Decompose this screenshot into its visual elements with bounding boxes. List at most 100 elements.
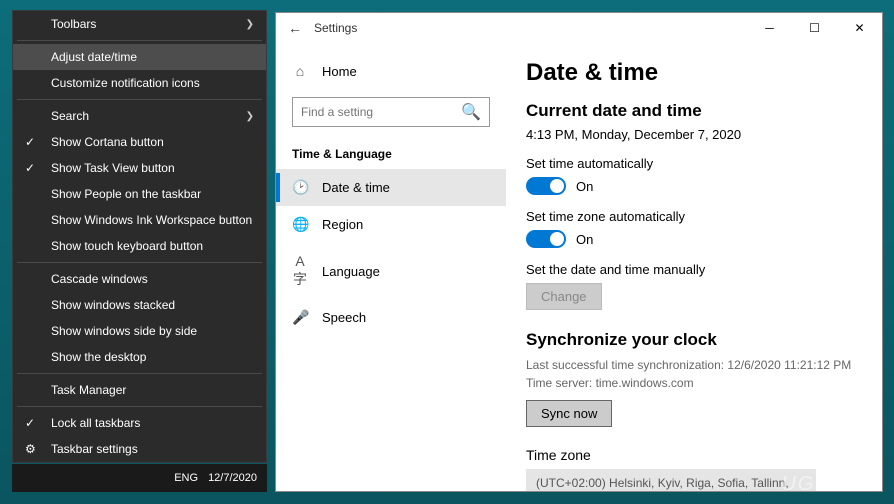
sync-info: Last successful time synchronization: 12… [526, 356, 862, 392]
check-icon: ✓ [25, 135, 35, 149]
window-controls: ─ ☐ ✕ [747, 13, 882, 43]
manual-label: Set the date and time manually [526, 262, 862, 277]
language-icon: A字 [292, 253, 308, 289]
menu-show-people[interactable]: Show People on the taskbar [13, 181, 266, 207]
menu-label: Show touch keyboard button [51, 239, 203, 253]
settings-content: Date & time Current date and time 4:13 P… [506, 43, 882, 491]
page-title: Date & time [526, 59, 862, 87]
maximize-button[interactable]: ☐ [792, 13, 837, 43]
set-tz-auto-toggle-row: On [526, 230, 862, 248]
nav-item-label: Speech [322, 310, 366, 325]
menu-label: Show People on the taskbar [51, 187, 201, 201]
nav-item-label: Date & time [322, 180, 390, 195]
back-button[interactable]: ← [288, 20, 302, 36]
menu-label: Cascade windows [51, 272, 148, 286]
menu-taskbar-settings[interactable]: ⚙ Taskbar settings [13, 436, 266, 462]
menu-label: Show windows stacked [51, 298, 175, 312]
clock-icon: 🕑 [292, 179, 308, 196]
nav-region[interactable]: 🌐 Region [276, 206, 506, 243]
menu-show-taskview[interactable]: ✓ Show Task View button [13, 155, 266, 181]
settings-body: ⌂ Home 🔍 Time & Language 🕑 Date & time 🌐… [276, 43, 882, 491]
tz-heading: Time zone [526, 447, 862, 463]
menu-label: Search [51, 109, 89, 123]
title-bar: ← Settings ─ ☐ ✕ [276, 13, 882, 43]
chevron-right-icon: ❯ [246, 19, 254, 30]
search-icon: 🔍 [461, 102, 481, 122]
nav-date-time[interactable]: 🕑 Date & time [276, 169, 506, 206]
current-datetime-heading: Current date and time [526, 101, 862, 121]
check-icon: ✓ [25, 416, 35, 430]
menu-side-by-side[interactable]: Show windows side by side [13, 318, 266, 344]
nav-section-title: Time & Language [276, 137, 506, 169]
menu-stacked[interactable]: Show windows stacked [13, 292, 266, 318]
menu-task-manager[interactable]: Task Manager [13, 377, 266, 403]
menu-separator [17, 406, 262, 407]
minimize-button[interactable]: ─ [747, 13, 792, 43]
menu-separator [17, 99, 262, 100]
menu-label: Lock all taskbars [51, 416, 140, 430]
nav-item-label: Region [322, 217, 363, 232]
taskbar-context-menu: Toolbars ❯ Adjust date/time Customize no… [12, 10, 267, 463]
menu-label: Task Manager [51, 383, 126, 397]
menu-label: Show the desktop [51, 350, 146, 364]
toggle-state: On [576, 179, 593, 194]
window-title: Settings [314, 21, 357, 35]
nav-language[interactable]: A字 Language [276, 243, 506, 299]
nav-home-label: Home [322, 64, 357, 79]
menu-search[interactable]: Search ❯ [13, 103, 266, 129]
sync-last: Last successful time synchronization: 12… [526, 356, 862, 374]
check-icon: ✓ [25, 161, 35, 175]
nav-item-label: Language [322, 264, 380, 279]
timezone-dropdown[interactable]: (UTC+02:00) Helsinki, Kyiv, Riga, Sofia,… [526, 469, 816, 491]
taskbar-lang[interactable]: ENG [174, 472, 198, 484]
nav-search[interactable]: 🔍 [292, 97, 490, 127]
menu-adjust-datetime[interactable]: Adjust date/time [13, 44, 266, 70]
taskbar-date[interactable]: 12/7/2020 [208, 472, 257, 484]
chevron-right-icon: ❯ [246, 111, 254, 122]
menu-show-cortana[interactable]: ✓ Show Cortana button [13, 129, 266, 155]
current-datetime-value: 4:13 PM, Monday, December 7, 2020 [526, 127, 862, 142]
menu-separator [17, 373, 262, 374]
menu-label: Show Cortana button [51, 135, 164, 149]
change-button[interactable]: Change [526, 283, 602, 310]
menu-show-touch-kb[interactable]: Show touch keyboard button [13, 233, 266, 259]
nav-home[interactable]: ⌂ Home [276, 55, 506, 87]
menu-label: Toolbars [51, 17, 96, 31]
sync-now-button[interactable]: Sync now [526, 400, 612, 427]
menu-separator [17, 262, 262, 263]
menu-toolbars[interactable]: Toolbars ❯ [13, 11, 266, 37]
globe-icon: 🌐 [292, 216, 308, 233]
settings-nav: ⌂ Home 🔍 Time & Language 🕑 Date & time 🌐… [276, 43, 506, 491]
set-time-auto-toggle-row: On [526, 177, 862, 195]
title-left: ← Settings [288, 20, 357, 36]
set-tz-auto-label: Set time zone automatically [526, 209, 862, 224]
nav-speech[interactable]: 🎤 Speech [276, 299, 506, 336]
microphone-icon: 🎤 [292, 309, 308, 326]
timezone-value: (UTC+02:00) Helsinki, Kyiv, Riga, Sofia,… [536, 476, 796, 491]
set-time-auto-toggle[interactable] [526, 177, 566, 195]
menu-label: Show Windows Ink Workspace button [51, 213, 252, 227]
menu-show-ink[interactable]: Show Windows Ink Workspace button [13, 207, 266, 233]
set-time-auto-label: Set time automatically [526, 156, 862, 171]
menu-lock-taskbars[interactable]: ✓ Lock all taskbars [13, 410, 266, 436]
home-icon: ⌂ [292, 63, 308, 79]
close-button[interactable]: ✕ [837, 13, 882, 43]
search-input[interactable] [301, 105, 461, 119]
menu-separator [17, 40, 262, 41]
gear-icon: ⚙ [25, 442, 36, 456]
menu-label: Show Task View button [51, 161, 175, 175]
set-tz-auto-toggle[interactable] [526, 230, 566, 248]
settings-window: ← Settings ─ ☐ ✕ ⌂ Home 🔍 Time & Languag… [275, 12, 883, 492]
menu-label: Show windows side by side [51, 324, 197, 338]
sync-server: Time server: time.windows.com [526, 374, 862, 392]
menu-label: Customize notification icons [51, 76, 200, 90]
toggle-state: On [576, 232, 593, 247]
taskbar: ENG 12/7/2020 [12, 464, 267, 492]
menu-show-desktop[interactable]: Show the desktop [13, 344, 266, 370]
menu-cascade[interactable]: Cascade windows [13, 266, 266, 292]
chevron-down-icon: ⌄ [796, 483, 806, 491]
menu-label: Adjust date/time [51, 50, 137, 64]
menu-label: Taskbar settings [51, 442, 138, 456]
sync-heading: Synchronize your clock [526, 330, 862, 350]
menu-customize-icons[interactable]: Customize notification icons [13, 70, 266, 96]
